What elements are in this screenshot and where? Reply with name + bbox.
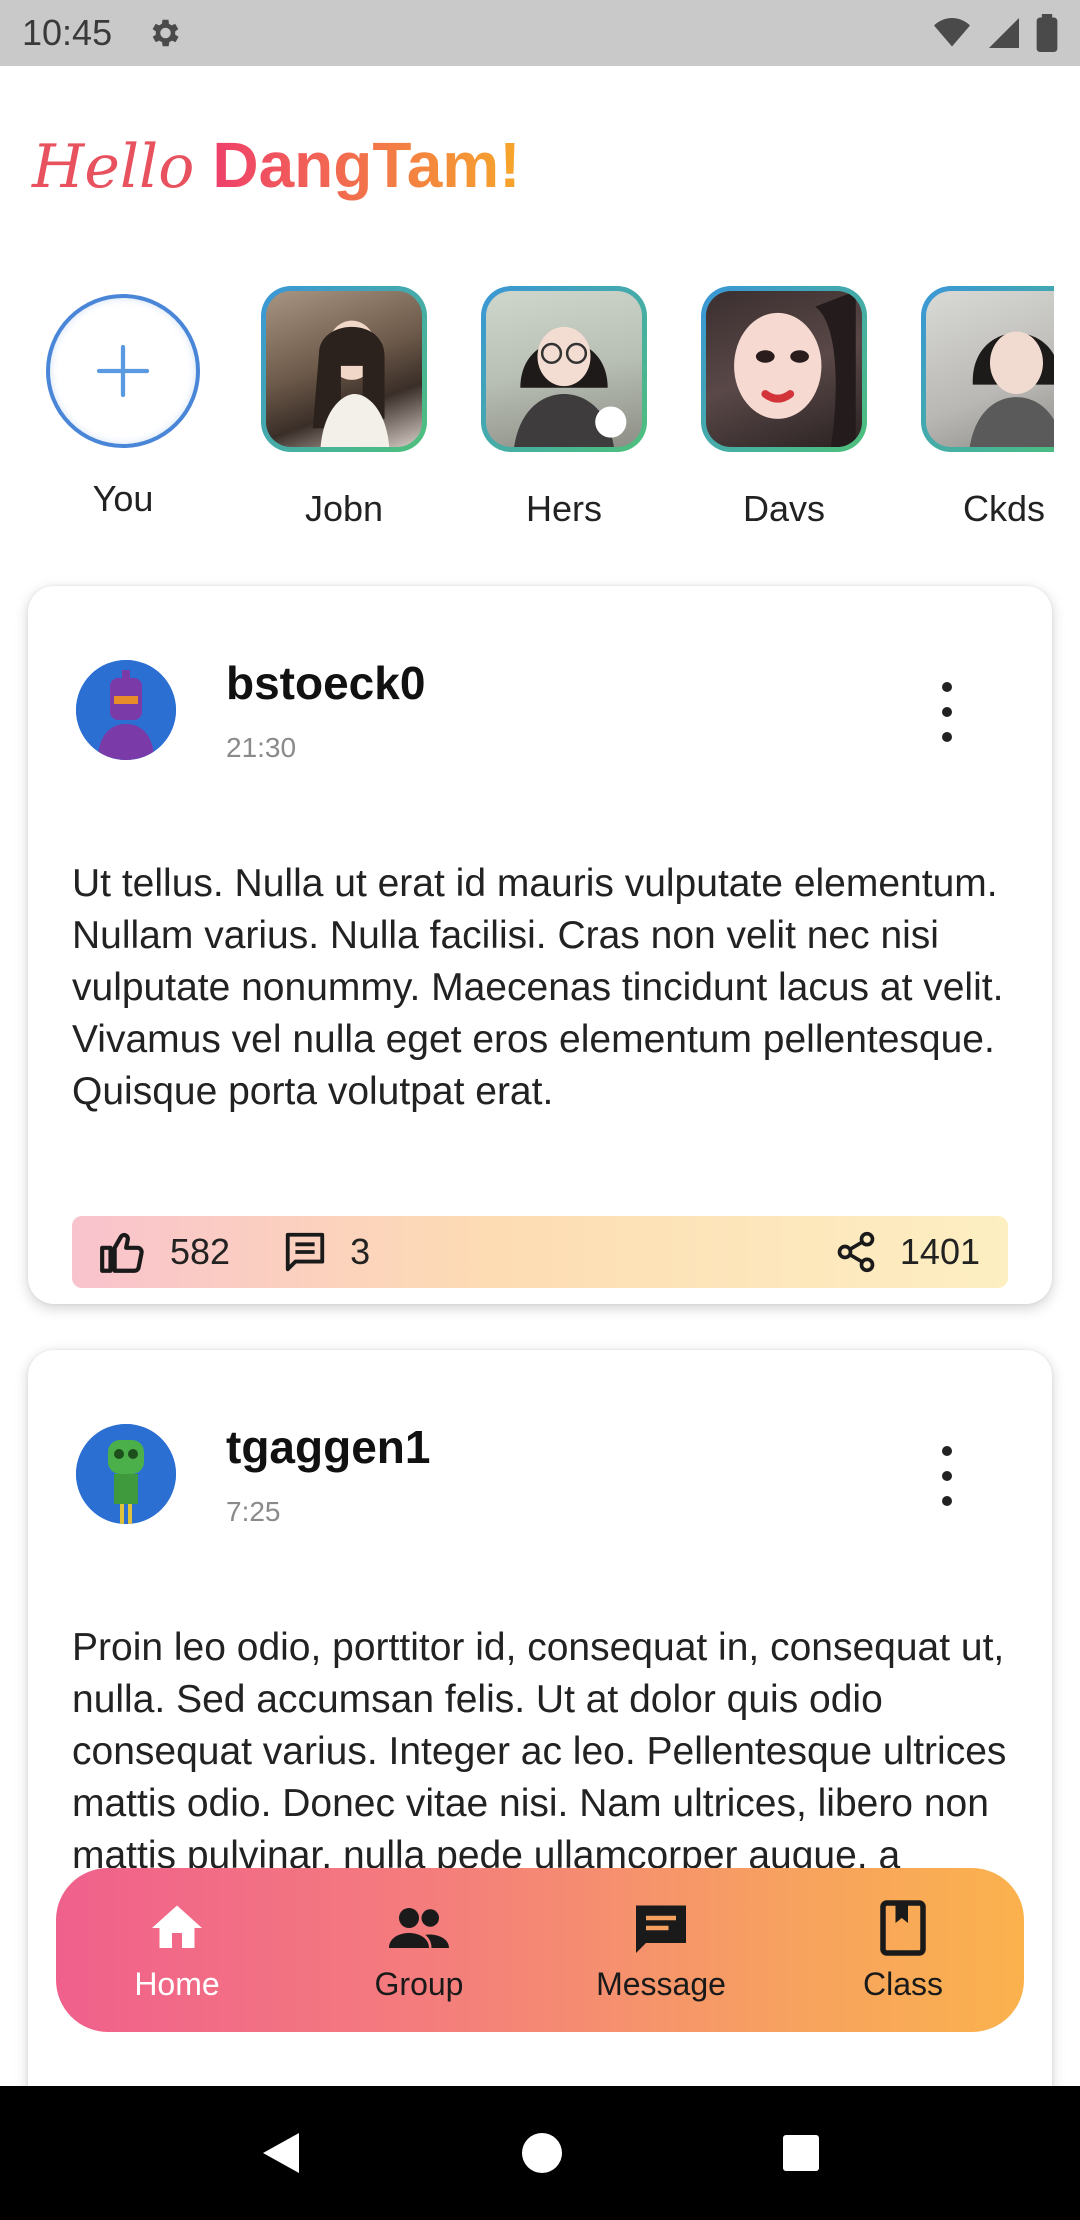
nav-label: Message: [596, 1965, 726, 2002]
like-button[interactable]: 582: [98, 1227, 282, 1277]
more-options-icon[interactable]: [932, 682, 962, 742]
greeting-username: DangTam!: [212, 129, 521, 201]
home-circle-icon[interactable]: [520, 2131, 564, 2175]
settings-gear-icon: [152, 19, 179, 47]
story-photo: [486, 291, 642, 447]
system-navigation-bar: [0, 2086, 1080, 2220]
comment-icon: [285, 1232, 325, 1272]
add-story-button[interactable]: [46, 294, 200, 448]
story-thumbnail[interactable]: [481, 286, 647, 452]
story-label: Hers: [525, 488, 602, 529]
nav-group[interactable]: Group: [298, 1868, 540, 2032]
nav-message[interactable]: Message: [540, 1868, 782, 2032]
story-ckds[interactable]: Ckds: [919, 286, 1054, 530]
back-icon[interactable]: [259, 2129, 303, 2177]
post-username[interactable]: bstoeck0: [226, 656, 425, 710]
like-count: 582: [170, 1231, 231, 1272]
person-photo-icon: [969, 331, 1054, 447]
battery-icon: [1036, 14, 1058, 52]
nav-class[interactable]: Class: [782, 1868, 1024, 2032]
comment-count: 3: [350, 1231, 371, 1272]
story-photo: [926, 291, 1054, 447]
story-photo: [266, 291, 422, 447]
story-thumbnail[interactable]: [921, 286, 1054, 452]
story-thumbnail[interactable]: [261, 286, 427, 452]
comment-button[interactable]: 3: [282, 1229, 422, 1275]
greeting-header: Hello DangTam!: [32, 128, 521, 202]
story-hers[interactable]: Hers: [479, 286, 649, 530]
story-label: Ckds: [962, 488, 1046, 529]
story-label: You: [92, 478, 154, 519]
cell-signal-icon: [989, 18, 1019, 48]
nav-label: Home: [134, 1965, 220, 2002]
post-card: bstoeck0 21:30 Ut tellus. Nulla ut erat …: [28, 586, 1052, 1304]
story-jobn[interactable]: Jobn: [259, 286, 429, 530]
stories-row: You Jobn Hers Davs Ckds: [0, 286, 1054, 536]
story-thumbnail[interactable]: [701, 286, 867, 452]
wifi-icon: [934, 18, 970, 47]
status-time: 10:45: [22, 12, 113, 53]
post-timestamp: 21:30: [226, 732, 297, 763]
recents-square-icon[interactable]: [781, 2133, 821, 2173]
plus-icon: [96, 344, 150, 398]
nav-label: Group: [374, 1965, 464, 2002]
thumbs-up-icon: [100, 1232, 144, 1273]
share-button[interactable]: 1401: [834, 1230, 982, 1274]
person-photo-icon: [312, 320, 390, 447]
avatar[interactable]: [76, 660, 176, 760]
story-label: Jobn: [304, 488, 384, 529]
bottom-navigation: Home Group Message Class: [56, 1868, 1024, 2032]
nav-label: Class: [862, 1965, 943, 2002]
person-photo-icon: [734, 291, 856, 447]
robot-avatar-icon: [76, 1424, 176, 1524]
more-options-icon[interactable]: [932, 1446, 962, 1506]
status-icons: [932, 14, 1058, 52]
greeting-hello: Hello: [32, 132, 195, 202]
story-davs[interactable]: Davs: [699, 286, 869, 530]
post-timestamp: 7:25: [226, 1496, 281, 1527]
post-actions-bar: 582 3 1401: [72, 1216, 1008, 1288]
story-label: Davs: [742, 488, 826, 529]
home-icon: [152, 1905, 202, 1948]
robot-avatar-icon: [76, 660, 176, 760]
person-photo-icon: [514, 326, 627, 447]
avatar[interactable]: [76, 1424, 176, 1524]
group-icon: [389, 1907, 449, 1948]
message-icon: [636, 1905, 686, 1953]
post-text: Ut tellus. Nulla ut erat id mauris vulpu…: [72, 862, 1004, 1113]
nav-home[interactable]: Home: [56, 1868, 298, 2032]
story-photo: [706, 291, 862, 447]
share-count: 1401: [899, 1231, 980, 1272]
share-icon: [837, 1231, 875, 1273]
post-username[interactable]: tgaggen1: [226, 1420, 430, 1474]
book-icon: [880, 1899, 926, 1956]
status-bar: 10:45: [0, 0, 1080, 66]
story-you[interactable]: You: [38, 286, 208, 520]
